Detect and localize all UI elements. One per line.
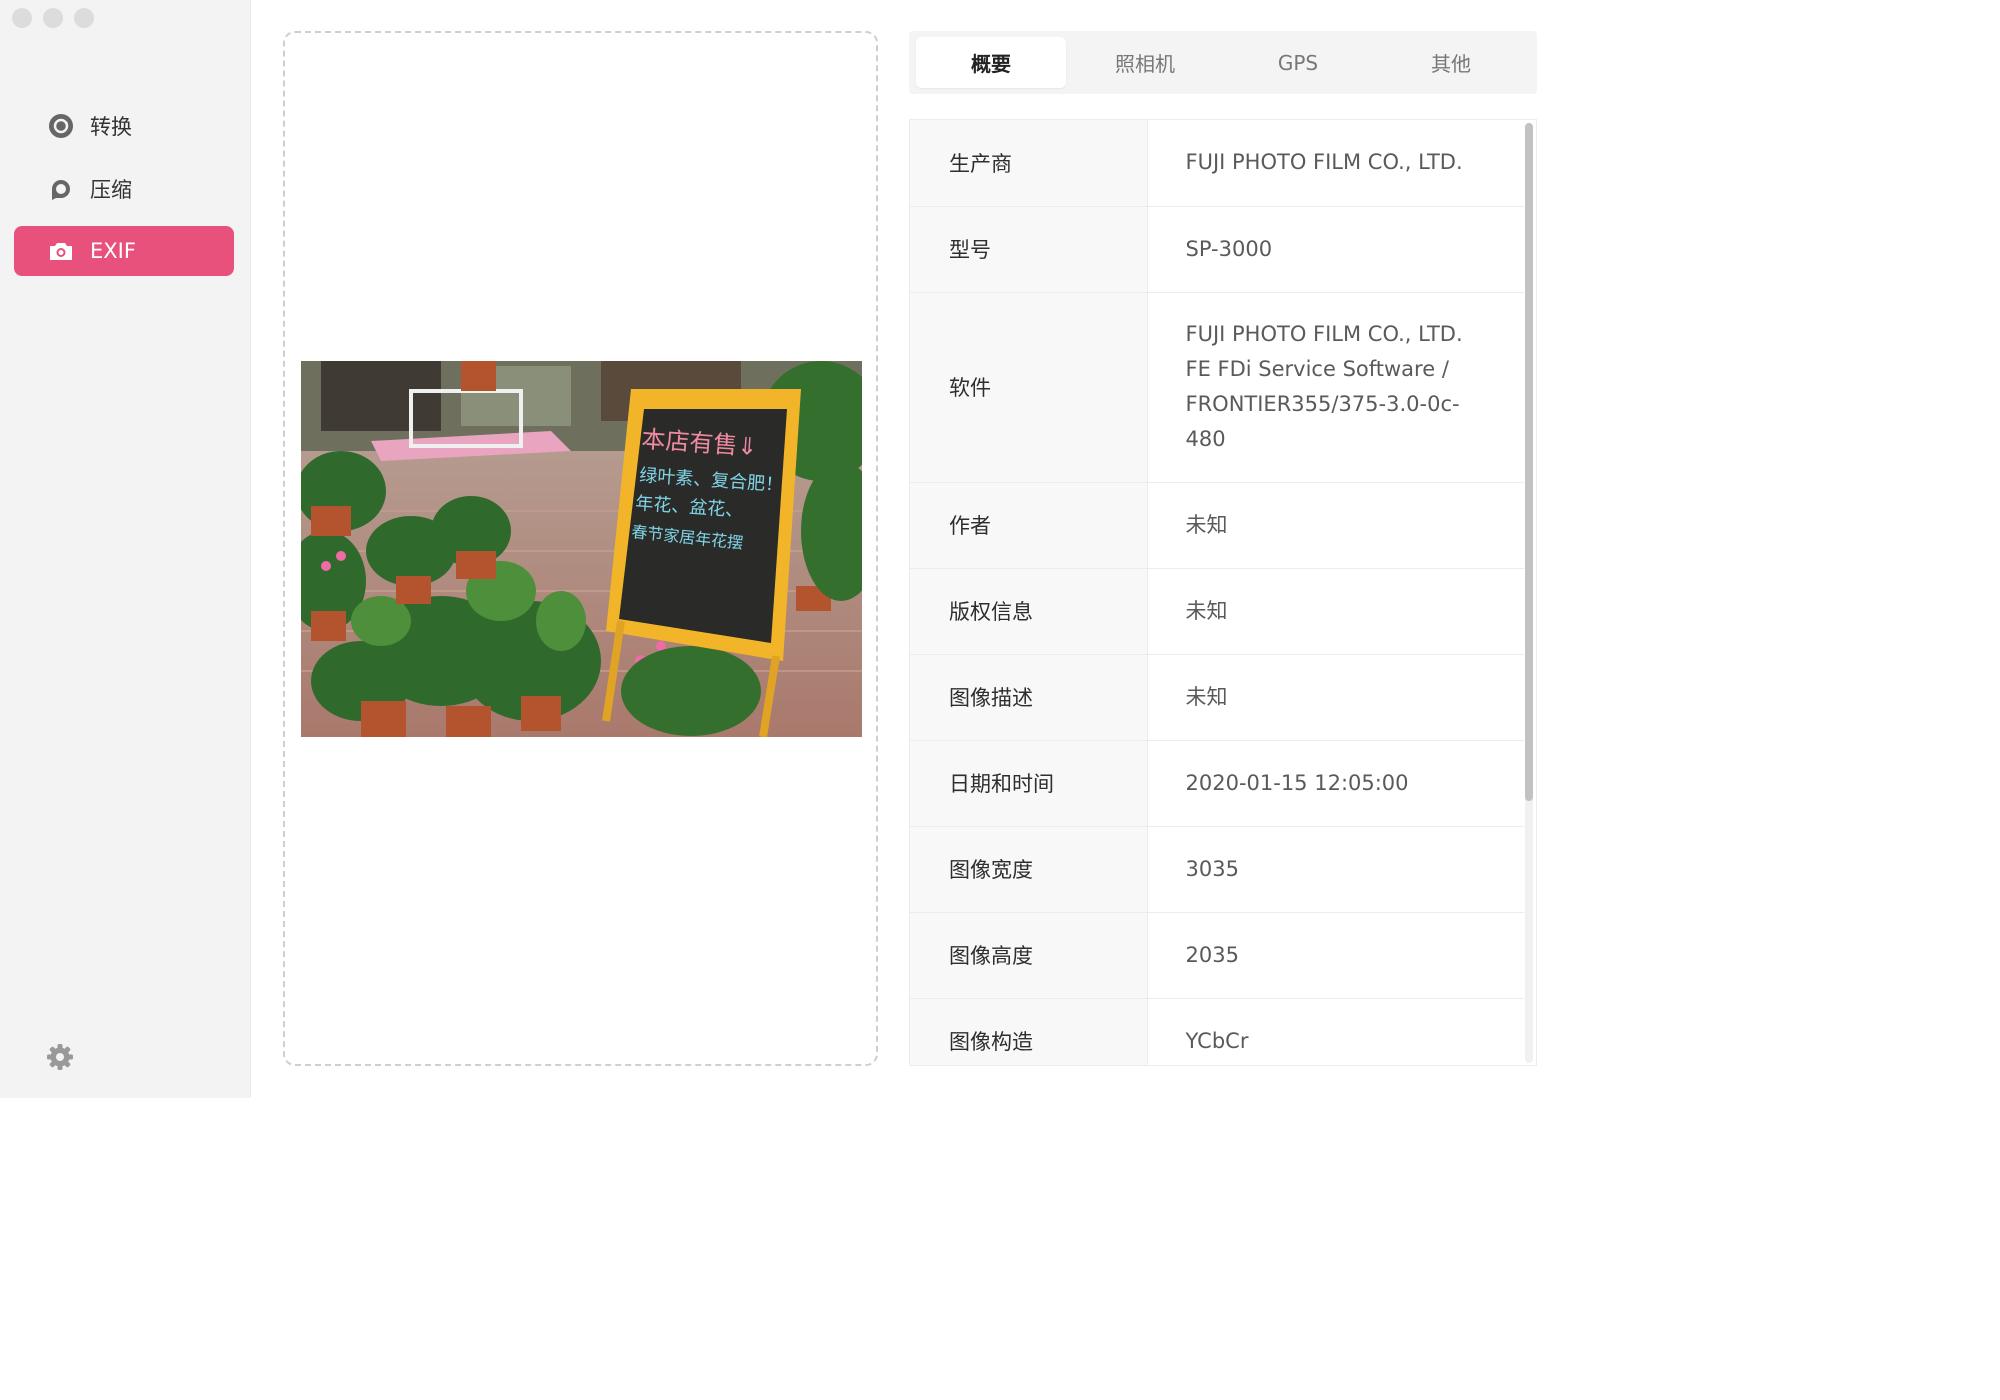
sidebar-item-compress[interactable]: 压缩 bbox=[14, 164, 234, 214]
row-key: 图像描述 bbox=[910, 654, 1148, 741]
row-value: 未知 bbox=[1147, 568, 1524, 655]
scrollbar-thumb[interactable] bbox=[1525, 123, 1533, 801]
row-value-line: 480 bbox=[1185, 427, 1226, 451]
row-key: 型号 bbox=[910, 206, 1148, 293]
table-row: 软件 FUJI PHOTO FILM CO., LTD. FE FDi Serv… bbox=[910, 292, 1524, 483]
row-value: FUJI PHOTO FILM CO., LTD. bbox=[1147, 120, 1524, 207]
window-controls bbox=[12, 8, 94, 28]
sidebar-item-convert[interactable]: 转换 bbox=[14, 101, 234, 151]
table-row: 生产商 FUJI PHOTO FILM CO., LTD. bbox=[910, 120, 1524, 207]
camera-icon bbox=[48, 238, 74, 264]
minimize-window-button[interactable] bbox=[43, 8, 63, 28]
table-row: 图像描述 未知 bbox=[910, 654, 1524, 741]
convert-icon bbox=[48, 113, 74, 139]
table-row: 版权信息 未知 bbox=[910, 568, 1524, 655]
table-row: 日期和时间 2020-01-15 12:05:00 bbox=[910, 740, 1524, 827]
tab-camera[interactable]: 照相机 bbox=[1070, 37, 1220, 88]
row-key: 图像高度 bbox=[910, 912, 1148, 999]
row-value: SP-3000 bbox=[1147, 206, 1524, 293]
row-value: 2020-01-15 12:05:00 bbox=[1147, 740, 1524, 827]
sidebar: 转换 压缩 EXIF bbox=[0, 0, 251, 1098]
table-row: 作者 未知 bbox=[910, 482, 1524, 569]
table-row: 图像宽度 3035 bbox=[910, 826, 1524, 913]
table-row: 图像构造 YCbCr bbox=[910, 998, 1524, 1065]
row-value: 未知 bbox=[1147, 482, 1524, 569]
row-key: 作者 bbox=[910, 482, 1148, 569]
tab-summary[interactable]: 概要 bbox=[916, 37, 1066, 88]
tab-bar: 概要 照相机 GPS 其他 bbox=[909, 31, 1537, 94]
sidebar-item-label: EXIF bbox=[90, 239, 136, 263]
sidebar-item-label: 转换 bbox=[90, 115, 132, 139]
sidebar-item-label: 压缩 bbox=[90, 178, 132, 202]
row-value: YCbCr bbox=[1147, 998, 1524, 1065]
row-key: 软件 bbox=[910, 292, 1148, 483]
vertical-scrollbar[interactable] bbox=[1525, 123, 1533, 1063]
table-row: 型号 SP-3000 bbox=[910, 206, 1524, 293]
row-key: 生产商 bbox=[910, 120, 1148, 207]
row-key: 日期和时间 bbox=[910, 740, 1148, 827]
sidebar-item-exif[interactable]: EXIF bbox=[14, 226, 234, 276]
row-value: 2035 bbox=[1147, 912, 1524, 999]
row-key: 图像构造 bbox=[910, 998, 1148, 1065]
gear-icon[interactable] bbox=[46, 1043, 74, 1071]
row-key: 版权信息 bbox=[910, 568, 1148, 655]
tab-other[interactable]: 其他 bbox=[1376, 37, 1526, 88]
preview-image: 本店有售⇓ 绿叶素、复合肥！ 年花、盆花、 春节家居年花摆 bbox=[301, 361, 862, 737]
zoom-window-button[interactable] bbox=[74, 8, 94, 28]
table-row: 图像高度 2035 bbox=[910, 912, 1524, 999]
close-window-button[interactable] bbox=[12, 8, 32, 28]
tab-gps[interactable]: GPS bbox=[1223, 37, 1373, 88]
row-value: 3035 bbox=[1147, 826, 1524, 913]
compress-icon bbox=[48, 176, 74, 202]
row-value-line: FRONTIER355/375-3.0-0c- bbox=[1185, 392, 1460, 416]
row-key: 图像宽度 bbox=[910, 826, 1148, 913]
exif-table: 生产商 FUJI PHOTO FILM CO., LTD. 型号 SP-3000… bbox=[909, 119, 1537, 1066]
row-value: FUJI PHOTO FILM CO., LTD. FE FDi Service… bbox=[1147, 292, 1524, 483]
row-value-line: FE FDi Service Software / bbox=[1185, 357, 1449, 381]
row-value-line: FUJI PHOTO FILM CO., LTD. bbox=[1185, 322, 1463, 346]
image-drop-zone[interactable]: 本店有售⇓ 绿叶素、复合肥！ 年花、盆花、 春节家居年花摆 bbox=[283, 31, 878, 1066]
row-value: 未知 bbox=[1147, 654, 1524, 741]
